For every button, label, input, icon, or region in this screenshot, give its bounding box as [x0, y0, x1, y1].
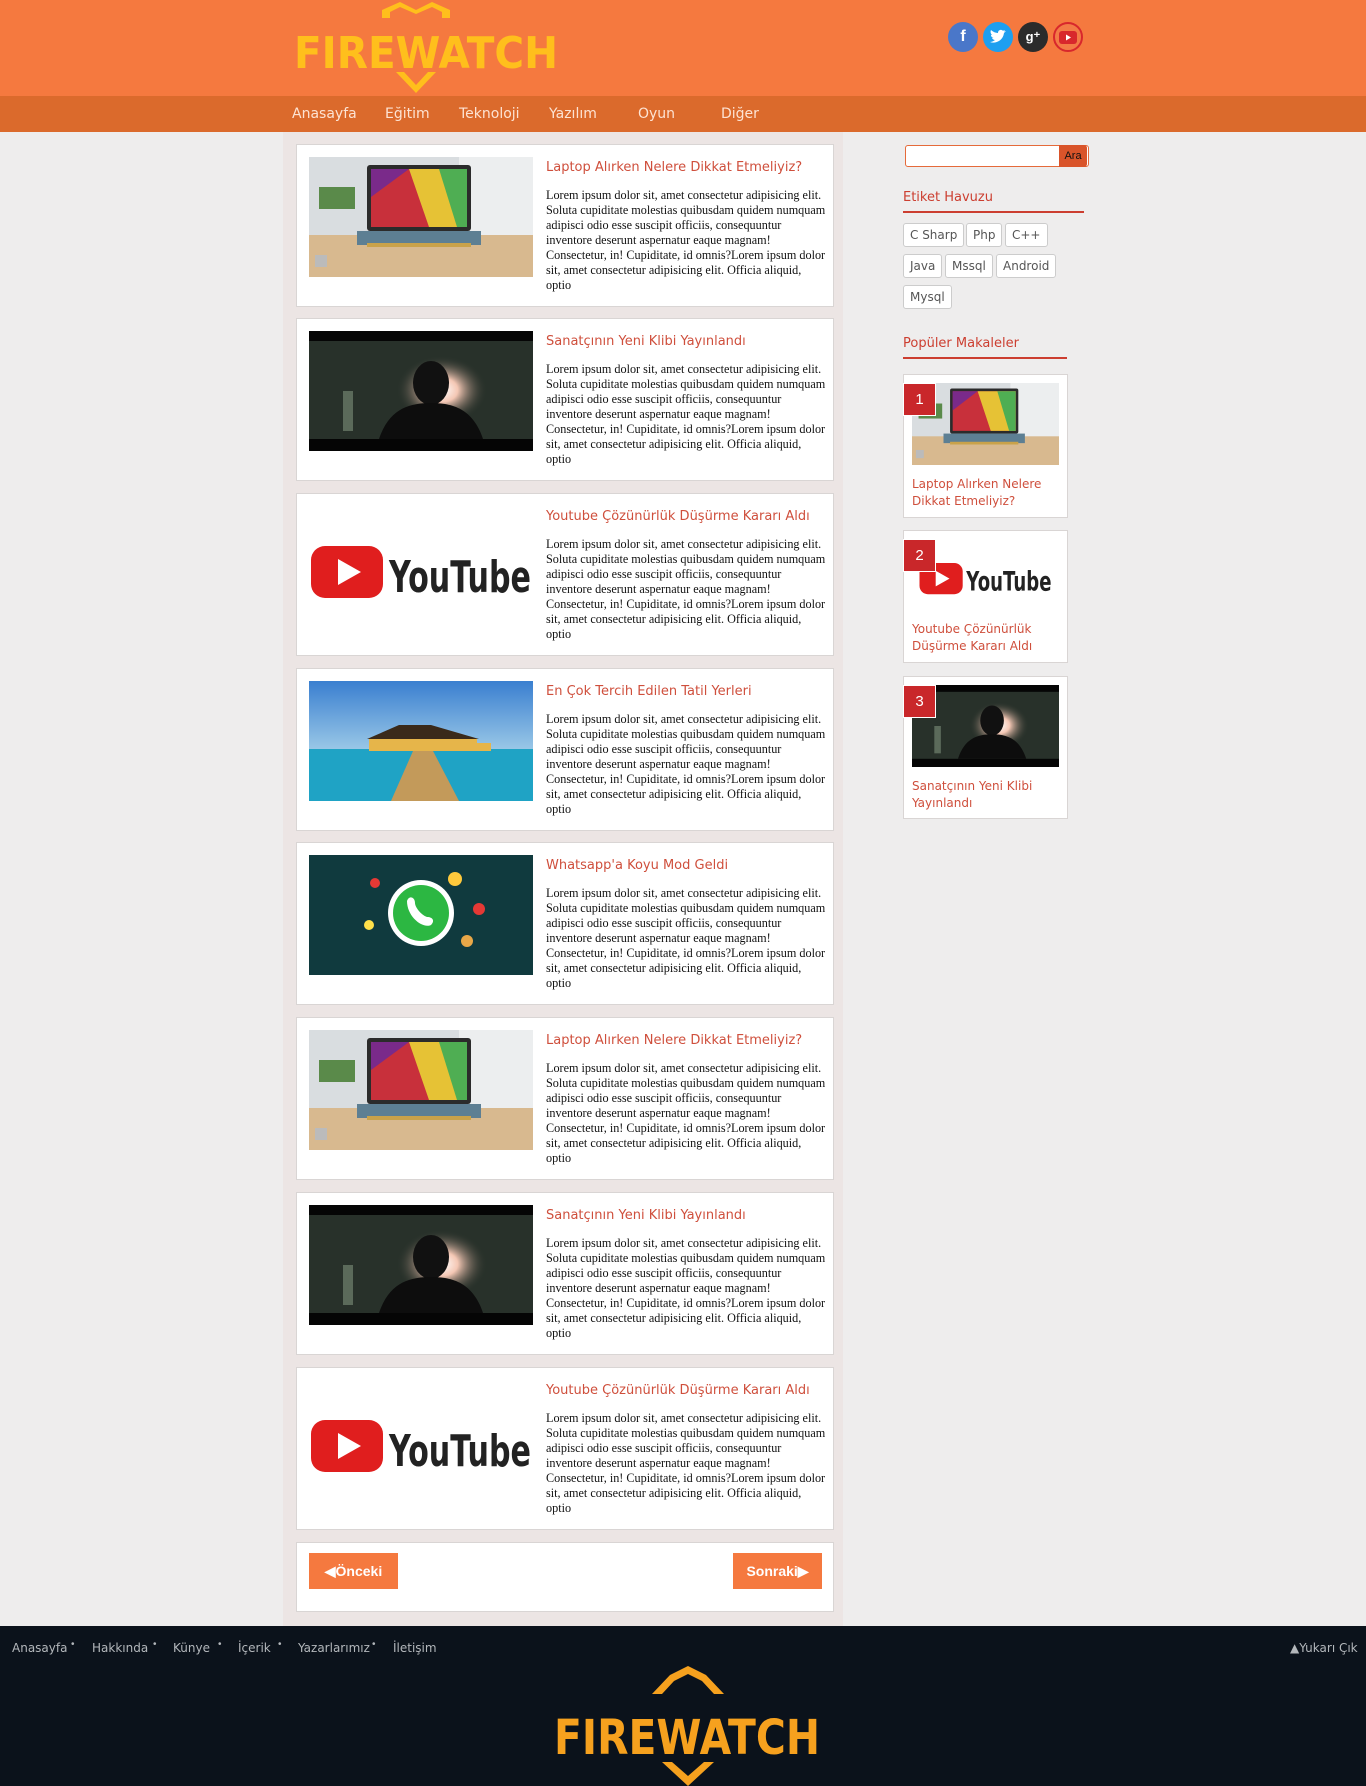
- svg-text:YouTube: YouTube: [388, 1426, 531, 1477]
- back-to-top-link[interactable]: ▲Yukarı Çık: [1290, 1641, 1358, 1655]
- popular-article: 3 Sanatçının Yeni Klibi Yayınlandı: [903, 676, 1068, 819]
- post-card: Laptop Alırken Nelere Dikkat Etmeliyiz? …: [296, 1017, 834, 1180]
- nav-item-diger[interactable]: Diğer: [721, 106, 759, 122]
- separator-dot: •: [372, 1639, 376, 1650]
- separator-dot: •: [153, 1639, 157, 1650]
- next-page-button[interactable]: Sonraki▶: [733, 1553, 822, 1589]
- pagination: ◀Önceki Sonraki▶: [296, 1542, 834, 1612]
- post-card: Sanatçının Yeni Klibi Yayınlandı Lorem i…: [296, 318, 834, 481]
- search-button[interactable]: Ara: [1059, 145, 1087, 167]
- tag-pool-title: Etiket Havuzu: [903, 190, 1084, 213]
- post-title[interactable]: Laptop Alırken Nelere Dikkat Etmeliyiz?: [546, 160, 802, 175]
- footer-nav: Anasayfa • Hakkında • Künye • İçerik • Y…: [0, 1626, 1366, 1666]
- popular-article-title[interactable]: Laptop Alırken Nelere Dikkat Etmeliyiz?: [912, 476, 1062, 510]
- post-excerpt: Lorem ipsum dolor sit, amet consectetur …: [546, 712, 826, 816]
- popular-article: YouTube 2 Youtube Çözünürlük Düşürme Kar…: [903, 530, 1068, 663]
- post-excerpt: Lorem ipsum dolor sit, amet consectetur …: [546, 1236, 826, 1340]
- social-links: f g⁺: [948, 22, 1083, 52]
- nav-item-anasayfa[interactable]: Anasayfa: [292, 106, 357, 122]
- popular-articles-title: Popüler Makaleler: [903, 336, 1067, 359]
- separator-dot: •: [218, 1639, 222, 1650]
- footer-link-icerik[interactable]: İçerik: [238, 1641, 271, 1655]
- post-image[interactable]: [309, 331, 533, 451]
- svg-text:FIREWATCH: FIREWATCH: [554, 1710, 820, 1766]
- site-header: FIREWATCH f g⁺: [0, 0, 1366, 96]
- google-plus-icon[interactable]: g⁺: [1018, 22, 1048, 52]
- post-card: Whatsapp'a Koyu Mod Geldi Lorem ipsum do…: [296, 842, 834, 1005]
- separator-dot: •: [71, 1639, 75, 1650]
- footer-logo: FIREWATCH: [554, 1666, 820, 1786]
- tag-cpp[interactable]: C++: [1005, 223, 1048, 247]
- nav-item-oyun[interactable]: Oyun: [638, 106, 675, 122]
- post-image[interactable]: [309, 855, 533, 975]
- svg-text:FIREWATCH: FIREWATCH: [294, 28, 558, 79]
- footer-link-hakkinda[interactable]: Hakkında: [92, 1641, 148, 1655]
- rank-badge: 2: [903, 539, 936, 572]
- footer-link-yazarlarimiz[interactable]: Yazarlarımız: [298, 1641, 370, 1655]
- post-image[interactable]: [309, 1205, 533, 1325]
- post-title[interactable]: Youtube Çözünürlük Düşürme Kararı Aldı: [546, 509, 810, 524]
- post-excerpt: Lorem ipsum dolor sit, amet consectetur …: [546, 537, 826, 641]
- post-title[interactable]: En Çok Tercih Edilen Tatil Yerleri: [546, 684, 752, 699]
- popular-article-title[interactable]: Youtube Çözünürlük Düşürme Kararı Aldı: [912, 621, 1062, 655]
- main-nav: Anasayfa Eğitim Teknoloji Yazılım Oyun D…: [0, 96, 1366, 132]
- post-title[interactable]: Sanatçının Yeni Klibi Yayınlandı: [546, 1208, 746, 1223]
- post-image[interactable]: YouTube: [309, 506, 533, 626]
- nav-item-yazilim[interactable]: Yazılım: [549, 106, 597, 122]
- popular-article: 1 Laptop Alırken Nelere Dikkat Etmeliyiz…: [903, 374, 1068, 518]
- tag-java[interactable]: Java: [903, 254, 943, 278]
- post-excerpt: Lorem ipsum dolor sit, amet consectetur …: [546, 886, 826, 990]
- post-excerpt: Lorem ipsum dolor sit, amet consectetur …: [546, 1061, 826, 1165]
- site-footer: FIREWATCH: [0, 1666, 1366, 1786]
- post-card: YouTube Youtube Çözünürlük Düşürme Karar…: [296, 1367, 834, 1530]
- rank-badge: 3: [903, 685, 936, 718]
- prev-page-button[interactable]: ◀Önceki: [309, 1553, 398, 1589]
- youtube-icon[interactable]: [1053, 22, 1083, 52]
- post-image[interactable]: YouTube: [309, 1380, 533, 1500]
- post-card: Laptop Alırken Nelere Dikkat Etmeliyiz? …: [296, 144, 834, 307]
- tag-mssql[interactable]: Mssql: [945, 254, 993, 278]
- post-image[interactable]: [309, 681, 533, 801]
- post-card: En Çok Tercih Edilen Tatil Yerleri Lorem…: [296, 668, 834, 831]
- post-excerpt: Lorem ipsum dolor sit, amet consectetur …: [546, 188, 826, 292]
- facebook-icon[interactable]: f: [948, 22, 978, 52]
- rank-badge: 1: [903, 383, 936, 416]
- footer-link-iletisim[interactable]: İletişim: [393, 1641, 437, 1655]
- tag-mysql[interactable]: Mysql: [903, 285, 952, 309]
- post-image[interactable]: [309, 157, 533, 277]
- nav-item-egitim[interactable]: Eğitim: [385, 106, 430, 122]
- firewatch-logo[interactable]: FIREWATCH: [292, 0, 562, 96]
- post-image[interactable]: [309, 1030, 533, 1150]
- post-title[interactable]: Whatsapp'a Koyu Mod Geldi: [546, 858, 728, 873]
- svg-text:YouTube: YouTube: [966, 567, 1052, 598]
- svg-text:YouTube: YouTube: [388, 552, 531, 603]
- footer-link-kunye[interactable]: Künye: [173, 1641, 210, 1655]
- post-title[interactable]: Sanatçının Yeni Klibi Yayınlandı: [546, 334, 746, 349]
- post-card: YouTube Youtube Çözünürlük Düşürme Karar…: [296, 493, 834, 656]
- tag-android[interactable]: Android: [996, 254, 1057, 278]
- separator-dot: •: [278, 1639, 282, 1650]
- popular-article-title[interactable]: Sanatçının Yeni Klibi Yayınlandı: [912, 778, 1062, 812]
- nav-item-teknoloji[interactable]: Teknoloji: [459, 106, 520, 122]
- tag-php[interactable]: Php: [966, 223, 1003, 247]
- post-excerpt: Lorem ipsum dolor sit, amet consectetur …: [546, 1411, 826, 1515]
- post-excerpt: Lorem ipsum dolor sit, amet consectetur …: [546, 362, 826, 466]
- post-title[interactable]: Youtube Çözünürlük Düşürme Kararı Aldı: [546, 1383, 810, 1398]
- post-list: Laptop Alırken Nelere Dikkat Etmeliyiz? …: [283, 132, 843, 1626]
- twitter-icon[interactable]: [983, 22, 1013, 52]
- footer-link-anasayfa[interactable]: Anasayfa: [12, 1641, 67, 1655]
- post-title[interactable]: Laptop Alırken Nelere Dikkat Etmeliyiz?: [546, 1033, 802, 1048]
- tag-csharp[interactable]: C Sharp: [903, 223, 965, 247]
- post-card: Sanatçının Yeni Klibi Yayınlandı Lorem i…: [296, 1192, 834, 1355]
